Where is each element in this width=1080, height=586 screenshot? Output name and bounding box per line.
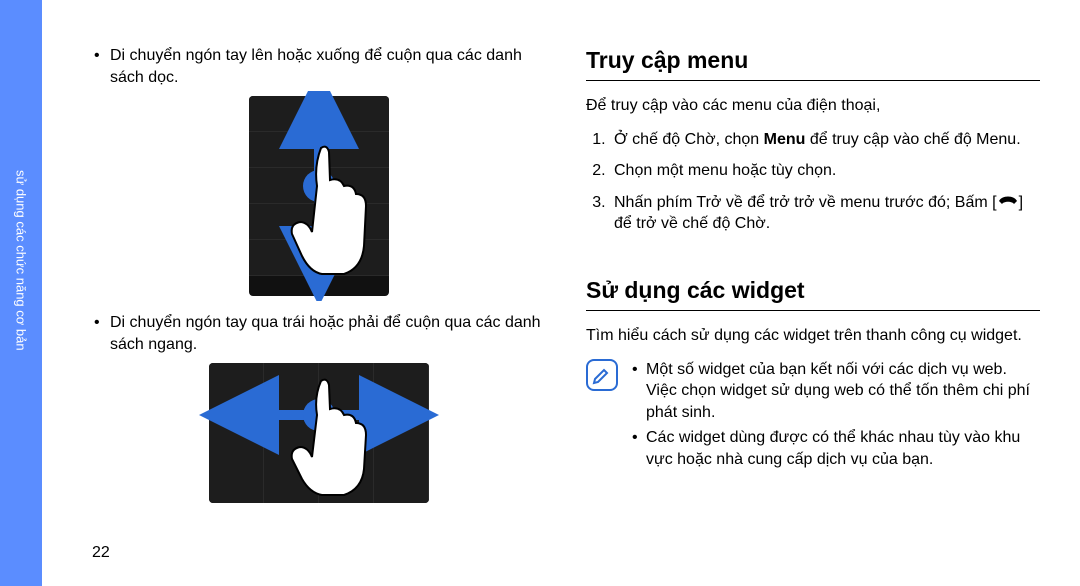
note-text: Các widget dùng được có thể khác nhau tù…	[646, 429, 1020, 468]
intro-widget: Tìm hiểu cách sử dụng các widget trên th…	[586, 325, 1040, 347]
sidebar-tab: sử dụng các chức năng cơ bản	[0, 0, 42, 586]
step-1: Ở chế độ Chờ, chọn Menu để truy cập vào …	[610, 129, 1040, 151]
step-text-bold: Menu	[764, 131, 806, 148]
bullet-dot: •	[94, 312, 100, 334]
gesture-vertical	[249, 96, 389, 296]
note-box: • Một số widget của bạn kết nối với các …	[586, 359, 1040, 475]
steps-list: Ở chế độ Chờ, chọn Menu để truy cập vào …	[586, 129, 1040, 235]
heading-rule	[586, 310, 1040, 311]
device-vertical	[249, 96, 389, 296]
intro-menu: Để truy cập vào các menu của điện thoại,	[586, 95, 1040, 117]
step-2: Chọn một menu hoặc tùy chọn.	[610, 160, 1040, 182]
gesture-horizontal	[209, 363, 429, 503]
left-column: • Di chuyển ngón tay lên hoặc xuống để c…	[92, 45, 546, 556]
device-horizontal	[209, 363, 429, 503]
note-text: Một số widget của bạn kết nối với các dị…	[646, 361, 1030, 421]
page-body: • Di chuyển ngón tay lên hoặc xuống để c…	[42, 0, 1080, 586]
step-text-post: để truy cập vào chế độ Menu.	[805, 131, 1020, 148]
figure-vertical-scroll	[92, 96, 546, 296]
step-text-pre: Ở chế độ Chờ, chọn	[614, 131, 764, 148]
heading-widget: Sử dụng các widget	[586, 275, 1040, 306]
bullet-vertical-scroll: • Di chuyển ngón tay lên hoặc xuống để c…	[92, 45, 546, 88]
end-call-icon	[997, 192, 1019, 214]
note-icon	[586, 359, 618, 391]
step-text-pre: Nhấn phím Trở về để trở trở về menu trướ…	[614, 194, 997, 211]
step-text-pre: Chọn một menu hoặc tùy chọn.	[614, 162, 836, 179]
sidebar-label: sử dụng các chức năng cơ bản	[12, 170, 30, 430]
note-list: • Một số widget của bạn kết nối với các …	[630, 359, 1040, 475]
right-column: Truy cập menu Để truy cập vào các menu c…	[586, 45, 1040, 556]
page-number: 22	[92, 544, 110, 562]
step-3: Nhấn phím Trở về để trở trở về menu trướ…	[610, 192, 1040, 235]
bullet-horizontal-scroll: • Di chuyển ngón tay qua trái hoặc phải …	[92, 312, 546, 355]
bullet-dot: •	[94, 45, 100, 67]
figure-horizontal-scroll	[92, 363, 546, 503]
sidebar-label-text: sử dụng các chức năng cơ bản	[14, 170, 29, 351]
note-item-1: • Một số widget của bạn kết nối với các …	[630, 359, 1040, 424]
note-item-2: • Các widget dùng được có thể khác nhau …	[630, 427, 1040, 470]
heading-truy-cap-menu: Truy cập menu	[586, 45, 1040, 76]
bullet-text: Di chuyển ngón tay lên hoặc xuống để cuộ…	[110, 47, 522, 86]
bullet-dot: •	[632, 427, 638, 449]
bullet-text: Di chuyển ngón tay qua trái hoặc phải để…	[110, 314, 541, 353]
heading-rule	[586, 80, 1040, 81]
bullet-dot: •	[632, 359, 638, 381]
